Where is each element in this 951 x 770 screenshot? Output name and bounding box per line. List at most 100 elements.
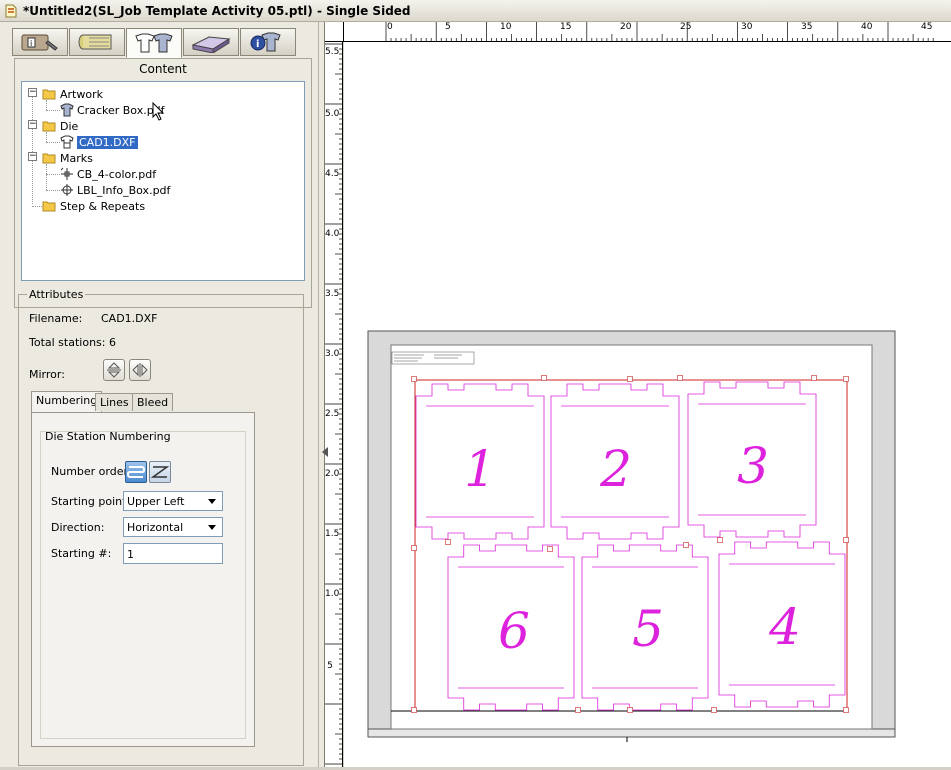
direction-select[interactable]: Horizontal — [123, 517, 223, 537]
selection-handle[interactable] — [843, 376, 849, 382]
press-sheet-view[interactable]: 1 2 3 6 5 4 — [344, 42, 951, 767]
expander-artwork[interactable]: − — [28, 88, 37, 97]
tree-folder-marks[interactable]: Marks — [42, 150, 93, 166]
content-shirts-icon — [135, 33, 173, 53]
ruler-label: 30 — [741, 22, 753, 32]
selection-handle[interactable] — [843, 537, 849, 543]
selection-handle[interactable] — [627, 707, 633, 713]
ruler-label: 35 — [801, 22, 813, 32]
total-stations-row: Total stations: 6 — [29, 336, 116, 349]
selection-handle[interactable] — [677, 375, 683, 381]
station-number: 4 — [768, 598, 801, 656]
ruler-label: 5 — [327, 661, 333, 671]
number-order-zigzag-button[interactable] — [149, 461, 171, 483]
ruler-label: 1.0 — [325, 589, 340, 599]
tree-folder-label: Marks — [60, 151, 93, 165]
tree-folder-label: Step & Repeats — [60, 199, 146, 213]
color-bar-mark-icon — [60, 167, 73, 180]
mouse-cursor-icon — [152, 102, 165, 121]
tab-job-info[interactable]: i — [12, 28, 68, 56]
die-station-numbering-title: Die Station Numbering — [45, 430, 171, 443]
tree-item-cracker-box[interactable]: Cracker Box.pdf — [60, 102, 165, 118]
window-title: *Untitled2(SL_Job Template Activity 05.p… — [23, 3, 411, 18]
total-stations-label: Total stations: — [29, 336, 106, 349]
selection-handle[interactable] — [411, 545, 417, 551]
snake-order-icon — [126, 466, 146, 478]
crosshair-mark-icon — [61, 184, 73, 196]
ruler-label: 4.0 — [325, 229, 340, 239]
folder-icon — [42, 153, 56, 164]
selection-handle[interactable] — [445, 539, 451, 545]
title-bar: *Untitled2(SL_Job Template Activity 05.p… — [0, 0, 951, 22]
collapse-arrow-icon[interactable] — [321, 447, 329, 457]
tab-lines[interactable]: Lines — [95, 393, 134, 411]
ruler-label: 40 — [861, 22, 873, 32]
tree-item-cb-4color[interactable]: CB_4-color.pdf — [60, 166, 156, 182]
tab-content[interactable] — [126, 28, 182, 58]
folder-icon — [42, 121, 56, 132]
tree-item-label: LBL_Info_Box.pdf — [77, 183, 171, 197]
selection-handle[interactable] — [411, 376, 417, 382]
sheet-bottom-edge — [367, 728, 896, 738]
content-tree[interactable]: − Artwork Cracker Box.pdf − Die CAD1.DXF… — [21, 81, 305, 281]
station-number: 6 — [498, 602, 530, 660]
tab-press-sheet[interactable] — [183, 28, 239, 56]
flip-vertical-icon — [107, 362, 121, 378]
mirror-horizontal-button[interactable] — [129, 359, 151, 381]
expander-marks[interactable]: − — [28, 152, 37, 161]
ruler-label: 15 — [560, 22, 572, 32]
selection-handle[interactable] — [711, 707, 717, 713]
tree-guide — [32, 92, 33, 204]
starting-point-value: Upper Left — [127, 495, 185, 508]
selection-handle[interactable] — [683, 542, 689, 548]
selection-handle[interactable] — [627, 376, 633, 382]
flip-horizontal-icon — [132, 363, 148, 377]
tree-item-cad1[interactable]: CAD1.DXF — [60, 134, 138, 150]
layout-canvas[interactable]: 1 2 3 6 5 4 — [322, 42, 951, 767]
ruler-label: 5.5 — [325, 47, 340, 57]
ruler-label: 5 — [445, 22, 451, 32]
die-station-numbering-group: Die Station Numbering Number order: Star… — [40, 430, 246, 739]
tree-folder-artwork[interactable]: Artwork — [42, 86, 103, 102]
tree-guide — [46, 110, 60, 111]
selection-handle[interactable] — [843, 707, 849, 713]
tab-numbering[interactable]: Numbering — [31, 391, 103, 413]
shirt-icon — [60, 103, 74, 117]
tab-bleed[interactable]: Bleed — [132, 393, 174, 411]
selection-handle[interactable] — [547, 546, 553, 552]
mirror-vertical-button[interactable] — [103, 359, 125, 381]
starting-point-select[interactable]: Upper Left — [123, 491, 223, 511]
selection-handle[interactable] — [717, 537, 723, 543]
station-number: 1 — [464, 440, 496, 498]
tab-media[interactable] — [69, 28, 125, 56]
ruler-label: 2.5 — [325, 409, 340, 419]
starting-number-input[interactable]: 1 — [123, 543, 223, 564]
total-stations-value: 6 — [108, 336, 116, 349]
svg-text:i: i — [256, 39, 259, 50]
expander-die[interactable]: − — [28, 120, 37, 129]
tree-folder-step-repeats[interactable]: Step & Repeats — [42, 198, 145, 214]
tree-item-label: CB_4-color.pdf — [77, 167, 157, 181]
selection-handle[interactable] — [575, 707, 581, 713]
number-order-label: Number order: — [51, 465, 132, 478]
document-icon — [5, 4, 17, 17]
number-order-snake-button[interactable] — [125, 461, 147, 483]
numbering-panel: Die Station Numbering Number order: Star… — [31, 412, 255, 747]
selection-handle[interactable] — [541, 375, 547, 381]
tree-folder-die[interactable]: Die — [42, 118, 78, 134]
station-number: 3 — [737, 437, 769, 495]
ruler-label: 4.5 — [325, 169, 340, 179]
selection-handle[interactable] — [411, 707, 417, 713]
tree-item-lbl-info-box[interactable]: LBL_Info_Box.pdf — [60, 182, 170, 198]
svg-text:i: i — [30, 39, 32, 48]
filename-value: CAD1.DXF — [101, 312, 158, 325]
ruler-label: 10 — [500, 22, 512, 32]
media-roll-icon — [78, 34, 112, 50]
selection-handle[interactable] — [811, 375, 817, 381]
station-number: 2 — [599, 440, 632, 498]
tree-item-label: CAD1.DXF — [77, 135, 138, 149]
ruler-label: 2.0 — [325, 469, 340, 479]
direction-value: Horizontal — [127, 521, 184, 534]
die-shirt-icon — [60, 135, 74, 149]
tab-info[interactable]: i — [240, 28, 296, 56]
